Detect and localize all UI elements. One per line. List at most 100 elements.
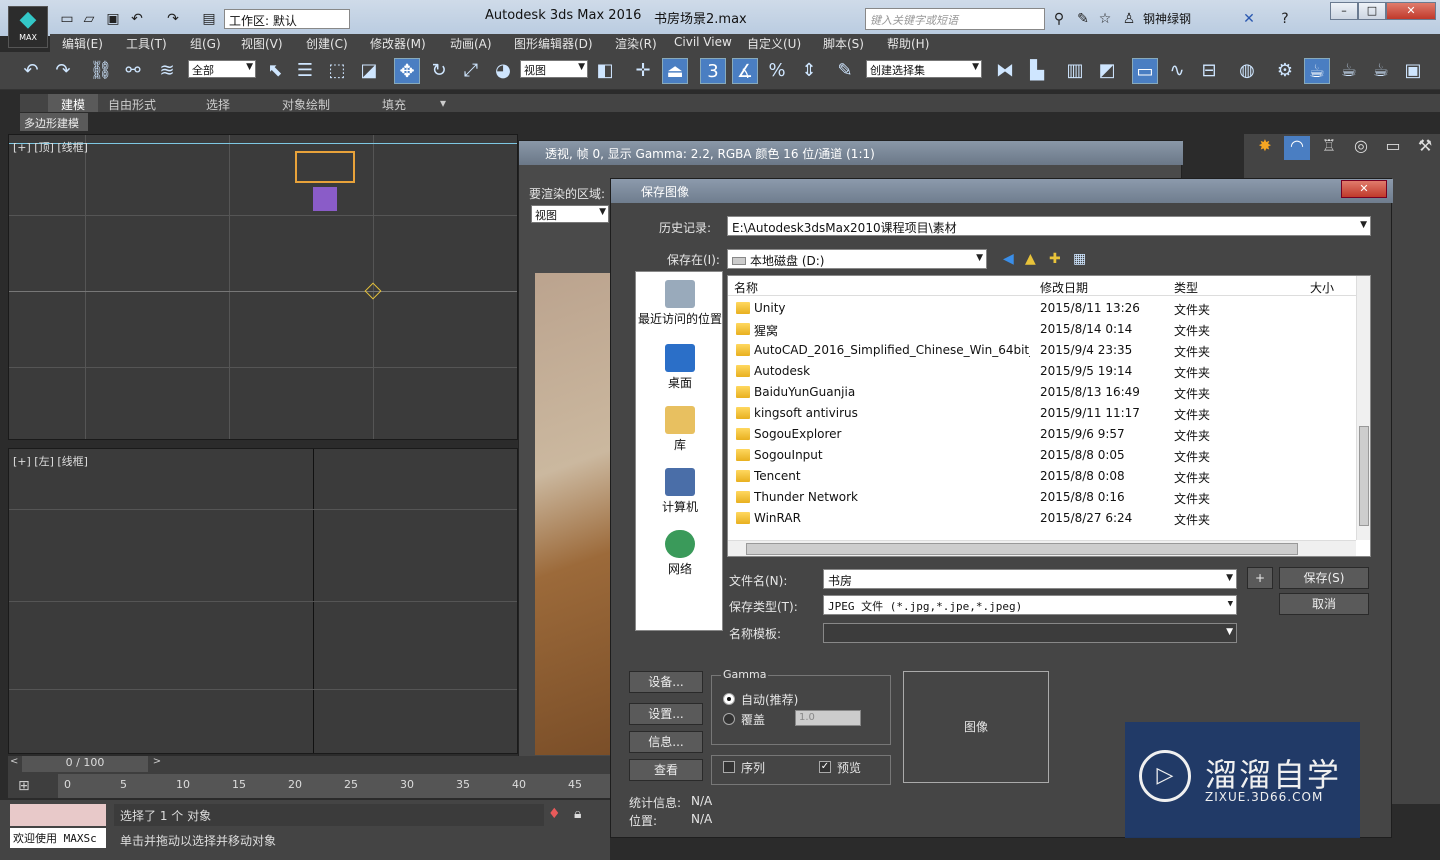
redo-icon[interactable]: ↷: [50, 58, 76, 84]
ref-coord-select[interactable]: 视图: [520, 60, 588, 78]
gamma-auto-radio[interactable]: [723, 693, 735, 705]
unlink-icon[interactable]: ⚯: [120, 58, 146, 84]
search-input[interactable]: 键入关键字或短语: [865, 8, 1045, 30]
mirror-icon[interactable]: ⧓: [992, 58, 1018, 84]
hierarchy-tab-icon[interactable]: ♖: [1316, 136, 1342, 160]
angle-snap-icon[interactable]: ∡: [732, 58, 758, 84]
rect-selection-icon[interactable]: ⬚: [324, 58, 350, 84]
scene-explorer-icon[interactable]: ▥: [1062, 58, 1088, 84]
place-library[interactable]: 库: [636, 406, 724, 453]
ribbon-polygon-modeling[interactable]: 多边形建模: [20, 113, 88, 131]
window-crossing-icon[interactable]: ◪: [356, 58, 382, 84]
render-production-icon[interactable]: ☕: [1336, 58, 1362, 84]
menu-animation[interactable]: 动画(A): [450, 35, 492, 52]
ribbon-options-icon[interactable]: ▾: [440, 96, 446, 110]
file-row[interactable]: 猩窝 2015/8/14 0:14 文件夹: [728, 319, 1356, 340]
file-row[interactable]: SogouExplorer 2015/9/6 9:57 文件夹: [728, 424, 1356, 445]
column-name[interactable]: 名称: [734, 279, 758, 296]
select-by-name-icon[interactable]: ☰: [292, 58, 318, 84]
menu-rendering[interactable]: 渲染(R): [615, 35, 657, 52]
redo-icon[interactable]: ↷: [164, 10, 182, 28]
cancel-button[interactable]: 取消: [1279, 593, 1369, 615]
layer-explorer-icon[interactable]: ◩: [1094, 58, 1120, 84]
place-recent[interactable]: 最近访问的位置: [636, 280, 724, 327]
menu-civil-view[interactable]: Civil View: [674, 35, 732, 49]
gamma-override-radio[interactable]: [723, 713, 735, 725]
preview-checkbox[interactable]: ✓: [819, 761, 831, 773]
percent-snap-icon[interactable]: %: [764, 58, 790, 84]
app-logo-icon[interactable]: ◆ MAX: [8, 6, 48, 48]
render-online-icon[interactable]: ▣: [1400, 58, 1426, 84]
select-manipulate-icon[interactable]: ✛: [630, 58, 656, 84]
file-row[interactable]: SogouInput 2015/8/8 0:05 文件夹: [728, 445, 1356, 466]
ribbon-tab-selection[interactable]: 选择: [206, 96, 230, 113]
ribbon-tab-object-paint[interactable]: 对象绘制: [282, 96, 330, 113]
named-selection-set-select[interactable]: 创建选择集: [866, 60, 982, 78]
display-tab-icon[interactable]: ▭: [1380, 136, 1406, 160]
time-next-icon[interactable]: >: [150, 756, 164, 772]
file-row[interactable]: Unity 2015/8/11 13:26 文件夹: [728, 298, 1356, 319]
curve-editor-icon[interactable]: ∿: [1164, 58, 1190, 84]
pivot-center-icon[interactable]: ◧: [592, 58, 618, 84]
ribbon-tab-modeling[interactable]: 建模: [48, 94, 98, 112]
menu-graph-editors[interactable]: 图形编辑器(D): [514, 35, 593, 52]
modify-tab-icon[interactable]: ◠: [1284, 136, 1310, 160]
track-bar[interactable]: 0 5 10 15 20 25 30 35 40 45: [58, 774, 610, 798]
project-folder-icon[interactable]: ▤: [200, 10, 218, 28]
utilities-tab-icon[interactable]: ⚒: [1412, 136, 1438, 160]
maxscript-listener[interactable]: [10, 804, 106, 826]
open-file-icon[interactable]: ▱: [80, 10, 98, 28]
undo-icon[interactable]: ↶: [18, 58, 44, 84]
time-prev-icon[interactable]: <: [10, 756, 20, 772]
edit-named-selections-icon[interactable]: ✎: [832, 58, 858, 84]
file-row[interactable]: Autodesk 2015/9/5 19:14 文件夹: [728, 361, 1356, 382]
isolate-selection-icon[interactable]: ♦: [548, 806, 561, 822]
bind-space-warp-icon[interactable]: ≋: [154, 58, 180, 84]
render-setup-icon[interactable]: ⚙: [1272, 58, 1298, 84]
material-editor-icon[interactable]: ◍: [1234, 58, 1260, 84]
select-object-icon[interactable]: ⬉: [262, 58, 288, 84]
workspace-select[interactable]: 工作区: 默认: [224, 9, 350, 29]
place-network[interactable]: 网络: [636, 530, 724, 577]
mini-curve-editor-icon[interactable]: ⊞: [18, 778, 44, 796]
place-desktop[interactable]: 桌面: [636, 344, 724, 391]
viewport-left[interactable]: [+] [左] [线框]: [8, 448, 518, 754]
file-row[interactable]: Thunder Network 2015/8/8 0:16 文件夹: [728, 487, 1356, 508]
motion-tab-icon[interactable]: ◎: [1348, 136, 1374, 160]
menu-help[interactable]: 帮助(H): [887, 35, 929, 52]
filename-input[interactable]: 书房 ▼: [823, 569, 1237, 589]
menu-create[interactable]: 创建(C): [306, 35, 348, 52]
save-file-icon[interactable]: ▣: [104, 10, 122, 28]
ribbon-tab-populate[interactable]: 填充: [382, 96, 406, 113]
selection-lock-icon[interactable]: 🔒︎: [574, 806, 581, 822]
rendered-frame-window-icon[interactable]: ☕: [1304, 58, 1330, 84]
binoculars-icon[interactable]: ⚲: [1050, 10, 1068, 28]
file-row[interactable]: WinRAR 2015/8/27 6:24 文件夹: [728, 508, 1356, 529]
toggle-ribbon-icon[interactable]: ▭: [1132, 58, 1158, 84]
devices-button[interactable]: 设备...: [629, 671, 703, 693]
column-type[interactable]: 类型: [1174, 279, 1198, 296]
selection-filter-select[interactable]: 全部: [188, 60, 256, 78]
schematic-view-icon[interactable]: ⊟: [1196, 58, 1222, 84]
create-tab-icon[interactable]: ✸: [1252, 136, 1278, 160]
snaps-toggle-icon[interactable]: 3: [700, 58, 726, 84]
sequence-checkbox[interactable]: [723, 761, 735, 773]
keyboard-shortcut-override-icon[interactable]: ⏏: [662, 58, 688, 84]
select-place-icon[interactable]: ◕: [490, 58, 516, 84]
save-in-select[interactable]: 本地磁盘 (D:) ▼: [727, 249, 987, 269]
ribbon-tab-freeform[interactable]: 自由形式: [108, 96, 156, 113]
user-name[interactable]: 钢神绿钢: [1143, 10, 1191, 27]
view-button[interactable]: 查看: [629, 759, 703, 781]
filetype-select[interactable]: JPEG 文件 (*.jpg,*.jpe,*.jpeg) ▼: [823, 595, 1237, 615]
place-computer[interactable]: 计算机: [636, 468, 724, 515]
communication-icon[interactable]: ✎: [1074, 10, 1092, 28]
viewport-top[interactable]: [+] [顶] [线框]: [8, 134, 518, 440]
new-folder-icon[interactable]: ✚: [1049, 251, 1061, 267]
file-row[interactable]: kingsoft antivirus 2015/9/11 11:17 文件夹: [728, 403, 1356, 424]
favorites-star-icon[interactable]: ☆: [1096, 10, 1114, 28]
file-row[interactable]: Tencent 2015/8/8 0:08 文件夹: [728, 466, 1356, 487]
filename-plus-button[interactable]: +: [1247, 567, 1273, 589]
maximize-button[interactable]: □: [1358, 2, 1386, 20]
align-icon[interactable]: ▙: [1024, 58, 1050, 84]
maxscript-mini[interactable]: 欢迎使用 MAXSc: [10, 828, 106, 848]
